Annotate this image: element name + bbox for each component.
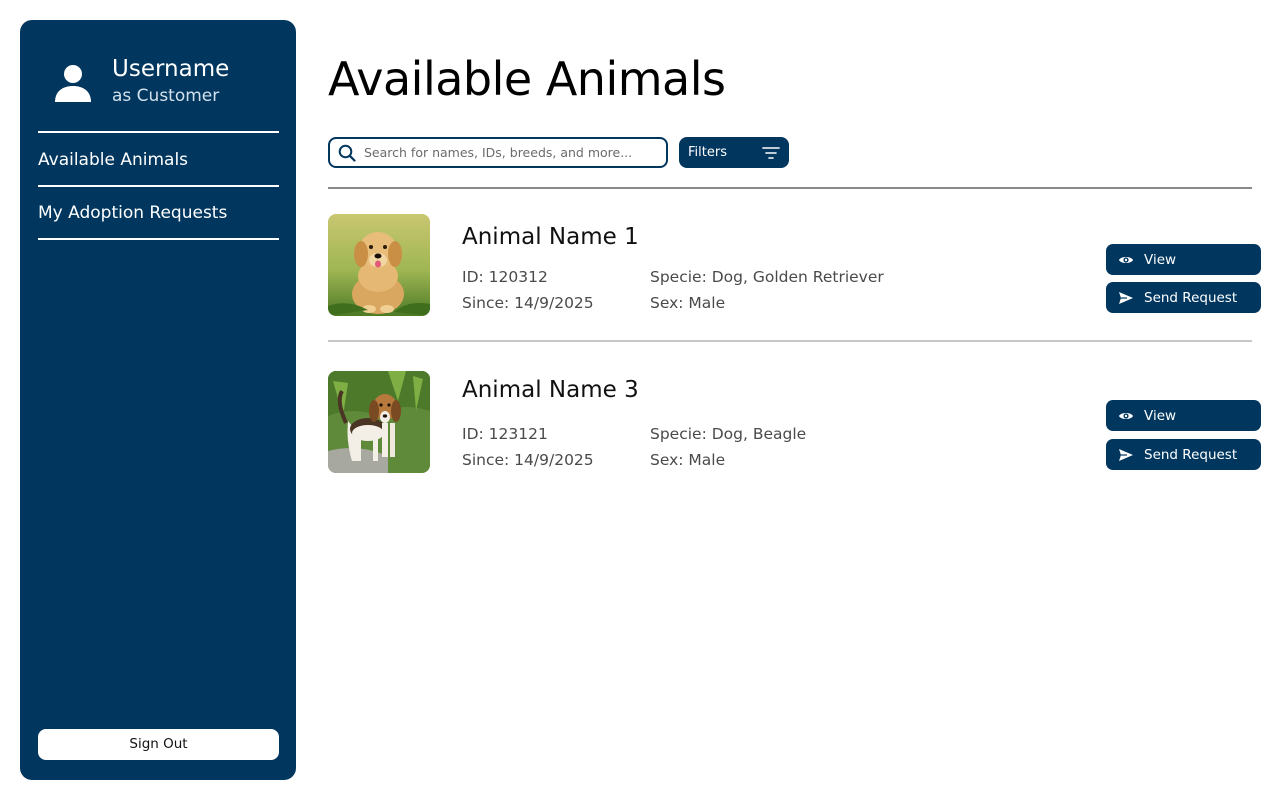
animal-sex: Sex: Male [650, 294, 726, 312]
view-label: View [1144, 251, 1177, 268]
eye-icon [1119, 412, 1133, 419]
user-profile: Username as Customer [54, 56, 229, 107]
header-divider [328, 187, 1252, 189]
filters-button[interactable]: Filters [679, 137, 789, 168]
animal-since: Since: 14/9/2025 [462, 294, 594, 312]
animal-specie: Specie: Dog, Golden Retriever [650, 268, 884, 286]
nav-item-my-adoption-requests[interactable]: My Adoption Requests [38, 187, 279, 239]
eye-icon [1119, 256, 1133, 263]
nav-divider [38, 131, 279, 133]
send-request-label: Send Request [1144, 289, 1238, 306]
view-button[interactable]: View [1106, 244, 1261, 275]
animal-sex: Sex: Male [650, 451, 726, 469]
search-icon [338, 144, 356, 162]
nav-item-available-animals[interactable]: Available Animals [38, 134, 279, 186]
animal-id: ID: 123121 [462, 425, 548, 443]
sign-out-button[interactable]: Sign Out [38, 729, 279, 760]
username: Username [112, 56, 230, 82]
card-divider [328, 340, 1252, 342]
animal-photo-golden-retriever [328, 214, 430, 316]
animal-since: Since: 14/9/2025 [462, 451, 594, 469]
animal-name: Animal Name 3 [462, 377, 639, 403]
filter-icon [762, 146, 780, 159]
send-icon [1119, 448, 1133, 461]
page-title: Available Animals [328, 52, 726, 106]
search-box[interactable] [328, 137, 668, 168]
user-role: as Customer [112, 86, 220, 106]
animal-name: Animal Name 1 [462, 224, 639, 250]
user-icon [55, 65, 91, 102]
animal-id: ID: 120312 [462, 268, 548, 286]
animal-card: Animal Name 1 ID: 120312 Since: 14/9/202… [328, 214, 1262, 316]
animal-photo-beagle [328, 371, 430, 473]
search-input[interactable] [364, 145, 656, 160]
view-label: View [1144, 407, 1177, 424]
send-request-button[interactable]: Send Request [1106, 439, 1261, 470]
sidebar: Username as Customer Available Animals M… [20, 20, 296, 780]
send-request-label: Send Request [1144, 446, 1238, 463]
animal-specie: Specie: Dog, Beagle [650, 425, 807, 443]
send-icon [1119, 291, 1133, 304]
nav-divider [38, 238, 279, 240]
view-button[interactable]: View [1106, 400, 1261, 431]
filters-label: Filters [688, 145, 727, 160]
send-request-button[interactable]: Send Request [1106, 282, 1261, 313]
animal-card: Animal Name 3 ID: 123121 Since: 14/9/202… [328, 371, 1262, 473]
